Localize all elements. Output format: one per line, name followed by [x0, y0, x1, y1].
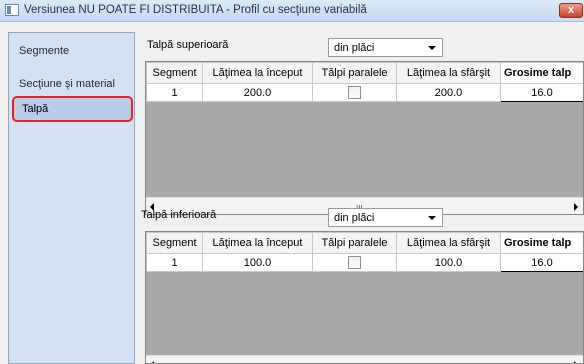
bottom-flange-table: Segment Lăţimea la început Tălpi paralel…: [146, 232, 583, 272]
dropdown-value: din plăci: [334, 42, 375, 54]
thickness-cell[interactable]: 16.0: [500, 253, 583, 272]
top-flange-dropdown[interactable]: din plăci: [328, 38, 443, 57]
scroll-right-icon[interactable]: [574, 203, 578, 211]
top-flange-grid: Segment Lăţimea la început Tălpi paralel…: [145, 61, 584, 215]
start-width-cell[interactable]: 200.0: [202, 83, 313, 102]
parallel-checkbox[interactable]: [348, 256, 361, 269]
table-row: 1 100.0 100.0 16.0: [146, 253, 583, 272]
chevron-down-icon: [428, 46, 436, 50]
close-button[interactable]: x: [559, 3, 583, 18]
column-header[interactable]: Segment: [146, 62, 203, 84]
segment-cell[interactable]: 1: [146, 253, 203, 272]
end-width-cell[interactable]: 200.0: [396, 83, 501, 102]
column-header[interactable]: Lăţimea la sfârşit: [396, 232, 501, 254]
column-header[interactable]: Tălpi paralele: [312, 232, 397, 254]
sidebar-item-segmente[interactable]: Segmente: [19, 45, 69, 57]
thickness-cell[interactable]: 16.0: [500, 83, 583, 102]
table-header-row: Segment Lăţimea la început Tălpi paralel…: [146, 62, 583, 84]
title-bar: Versiunea NU POATE FI DISTRIBUITA - Prof…: [0, 0, 584, 22]
top-flange-table: Segment Lăţimea la început Tălpi paralel…: [146, 62, 583, 102]
column-header[interactable]: Segment: [146, 232, 203, 254]
sidebar: Segmente Secţiune şi material Talpă: [8, 32, 135, 364]
column-header[interactable]: Lăţimea la început: [202, 62, 313, 84]
parallel-cell: [312, 253, 397, 272]
horizontal-scrollbar[interactable]: III: [146, 355, 583, 363]
column-header[interactable]: Tălpi paralele: [312, 62, 397, 84]
segment-cell[interactable]: 1: [146, 83, 203, 102]
top-flange-label: Talpă superioară: [147, 39, 229, 51]
table-row: 1 200.0 200.0 16.0: [146, 83, 583, 102]
main-panel: Talpă superioară din plăci Segment Lăţim…: [141, 32, 584, 364]
chevron-down-icon: [428, 216, 436, 220]
bottom-flange-grid: Segment Lăţimea la început Tălpi paralel…: [145, 231, 584, 364]
start-width-cell[interactable]: 100.0: [202, 253, 313, 272]
end-width-cell[interactable]: 100.0: [396, 253, 501, 272]
dialog-window: Versiunea NU POATE FI DISTRIBUITA - Prof…: [0, 0, 584, 364]
table-header-row: Segment Lăţimea la început Tălpi paralel…: [146, 232, 583, 254]
sidebar-item-sectiune[interactable]: Secţiune şi material: [19, 78, 115, 90]
column-header[interactable]: Grosime talp: [500, 232, 583, 254]
dropdown-value: din plăci: [334, 212, 375, 224]
parallel-checkbox[interactable]: [348, 86, 361, 99]
column-header[interactable]: Grosime talp: [500, 62, 583, 84]
window-title: Versiunea NU POATE FI DISTRIBUITA - Prof…: [24, 4, 367, 16]
column-header[interactable]: Lăţimea la sfârşit: [396, 62, 501, 84]
sidebar-item-label: Talpă: [22, 103, 49, 115]
window-icon: [5, 4, 19, 16]
column-header[interactable]: Lăţimea la început: [202, 232, 313, 254]
sidebar-item-talpa[interactable]: Talpă: [12, 96, 133, 122]
bottom-flange-dropdown[interactable]: din plăci: [328, 208, 443, 227]
parallel-cell: [312, 83, 397, 102]
bottom-flange-label: Talpă inferioară: [141, 209, 217, 221]
